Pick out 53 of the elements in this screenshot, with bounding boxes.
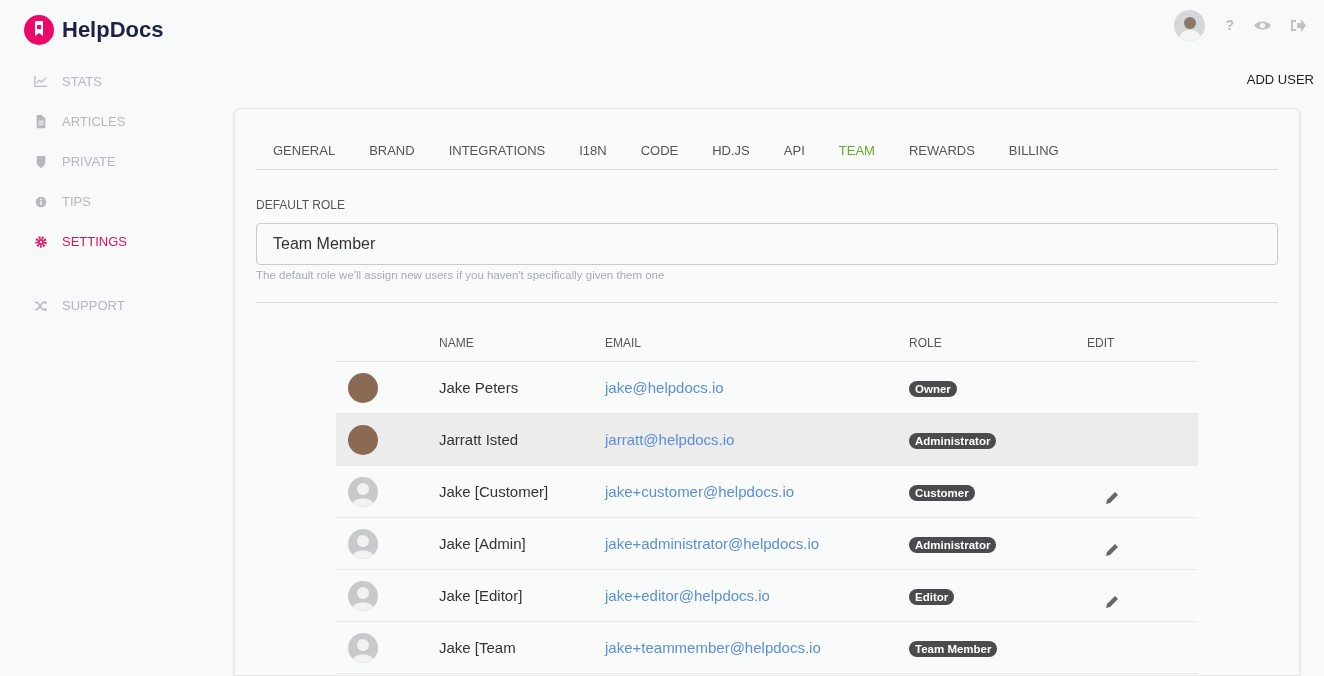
user-name: Jake [Admin]: [439, 534, 526, 552]
settings-tab[interactable]: REWARDS: [891, 133, 992, 169]
role-label: Team Member: [909, 640, 998, 657]
settings-tab[interactable]: INTEGRATIONS: [431, 133, 563, 169]
column-header: NAME: [439, 335, 474, 353]
user-name: Jarratt Isted: [439, 430, 519, 448]
default-role-field[interactable]: Team Member: [256, 223, 1278, 265]
highlighted-row[interactable]: Jarratt Isted jarratt@helpdocs.io Administrator: [336, 414, 1198, 467]
user-name: Jake [Editor]: [439, 586, 523, 604]
edit-icon[interactable]: [1105, 594, 1119, 609]
settings-icon: [34, 235, 48, 249]
avatar: [348, 372, 378, 403]
role-label: Administrator: [909, 536, 997, 553]
edit-icon[interactable]: [1105, 542, 1119, 557]
avatar-placeholder-icon: [348, 476, 378, 507]
column-header: EMAIL: [605, 335, 641, 353]
add-user-button[interactable]: ADD USER: [1246, 70, 1314, 86]
user-name: Jake [Customer]: [439, 482, 549, 500]
avatar-placeholder-icon: [348, 528, 378, 559]
chart-icon: [34, 75, 48, 89]
table-row[interactable]: Jake [Editor] jake+editor@helpdocs.io Editor: [336, 570, 1198, 623]
settings-tab[interactable]: HD.JS: [695, 133, 767, 169]
brand-name: HelpDocs: [62, 16, 164, 44]
edit-icon[interactable]: [1105, 490, 1119, 505]
role-label: Customer: [909, 484, 975, 501]
avatar: [348, 424, 378, 455]
settings-tab[interactable]: I18N: [562, 133, 624, 169]
field-label: DEFAULT ROLE: [256, 197, 346, 214]
table-row[interactable]: Jake [Team jake+teammember@helpdocs.io Team Member: [336, 622, 1198, 675]
role-label: Editor: [909, 588, 955, 605]
logo-icon: [24, 14, 54, 45]
user-name: Jake Peters: [439, 378, 519, 396]
sidebar-item[interactable]: SETTINGS: [0, 222, 234, 262]
field-help-text: The default role we'll assign new users if you haven't specifically given them one: [256, 268, 666, 283]
avatar-placeholder-icon: [348, 580, 378, 611]
info-icon: [34, 195, 48, 209]
table-row[interactable]: Jake [Admin] jake+administrator@helpdocs.io Administrator: [336, 518, 1198, 571]
column-header: EDIT: [1087, 335, 1115, 353]
table-row[interactable]: Jake [Customer] jake+customer@helpdocs.io Customer: [336, 466, 1198, 519]
avatar[interactable]: [1174, 9, 1206, 41]
settings-tab[interactable]: CODE: [623, 133, 696, 169]
settings-tab[interactable]: BRAND: [352, 133, 432, 169]
column-header: ROLE: [909, 335, 942, 353]
shield-icon: [34, 155, 48, 169]
settings-tab[interactable]: BILLING: [991, 133, 1076, 169]
avatar-placeholder-icon: [348, 632, 378, 663]
role-label: Owner: [909, 380, 957, 397]
role-label: Administrator: [909, 432, 997, 449]
document-icon: [34, 115, 48, 129]
settings-tab[interactable]: API: [766, 133, 822, 169]
shuffle-icon: [34, 299, 48, 313]
settings-tab[interactable]: GENERAL: [256, 133, 353, 169]
user-name: Jake [Team: [439, 638, 516, 656]
